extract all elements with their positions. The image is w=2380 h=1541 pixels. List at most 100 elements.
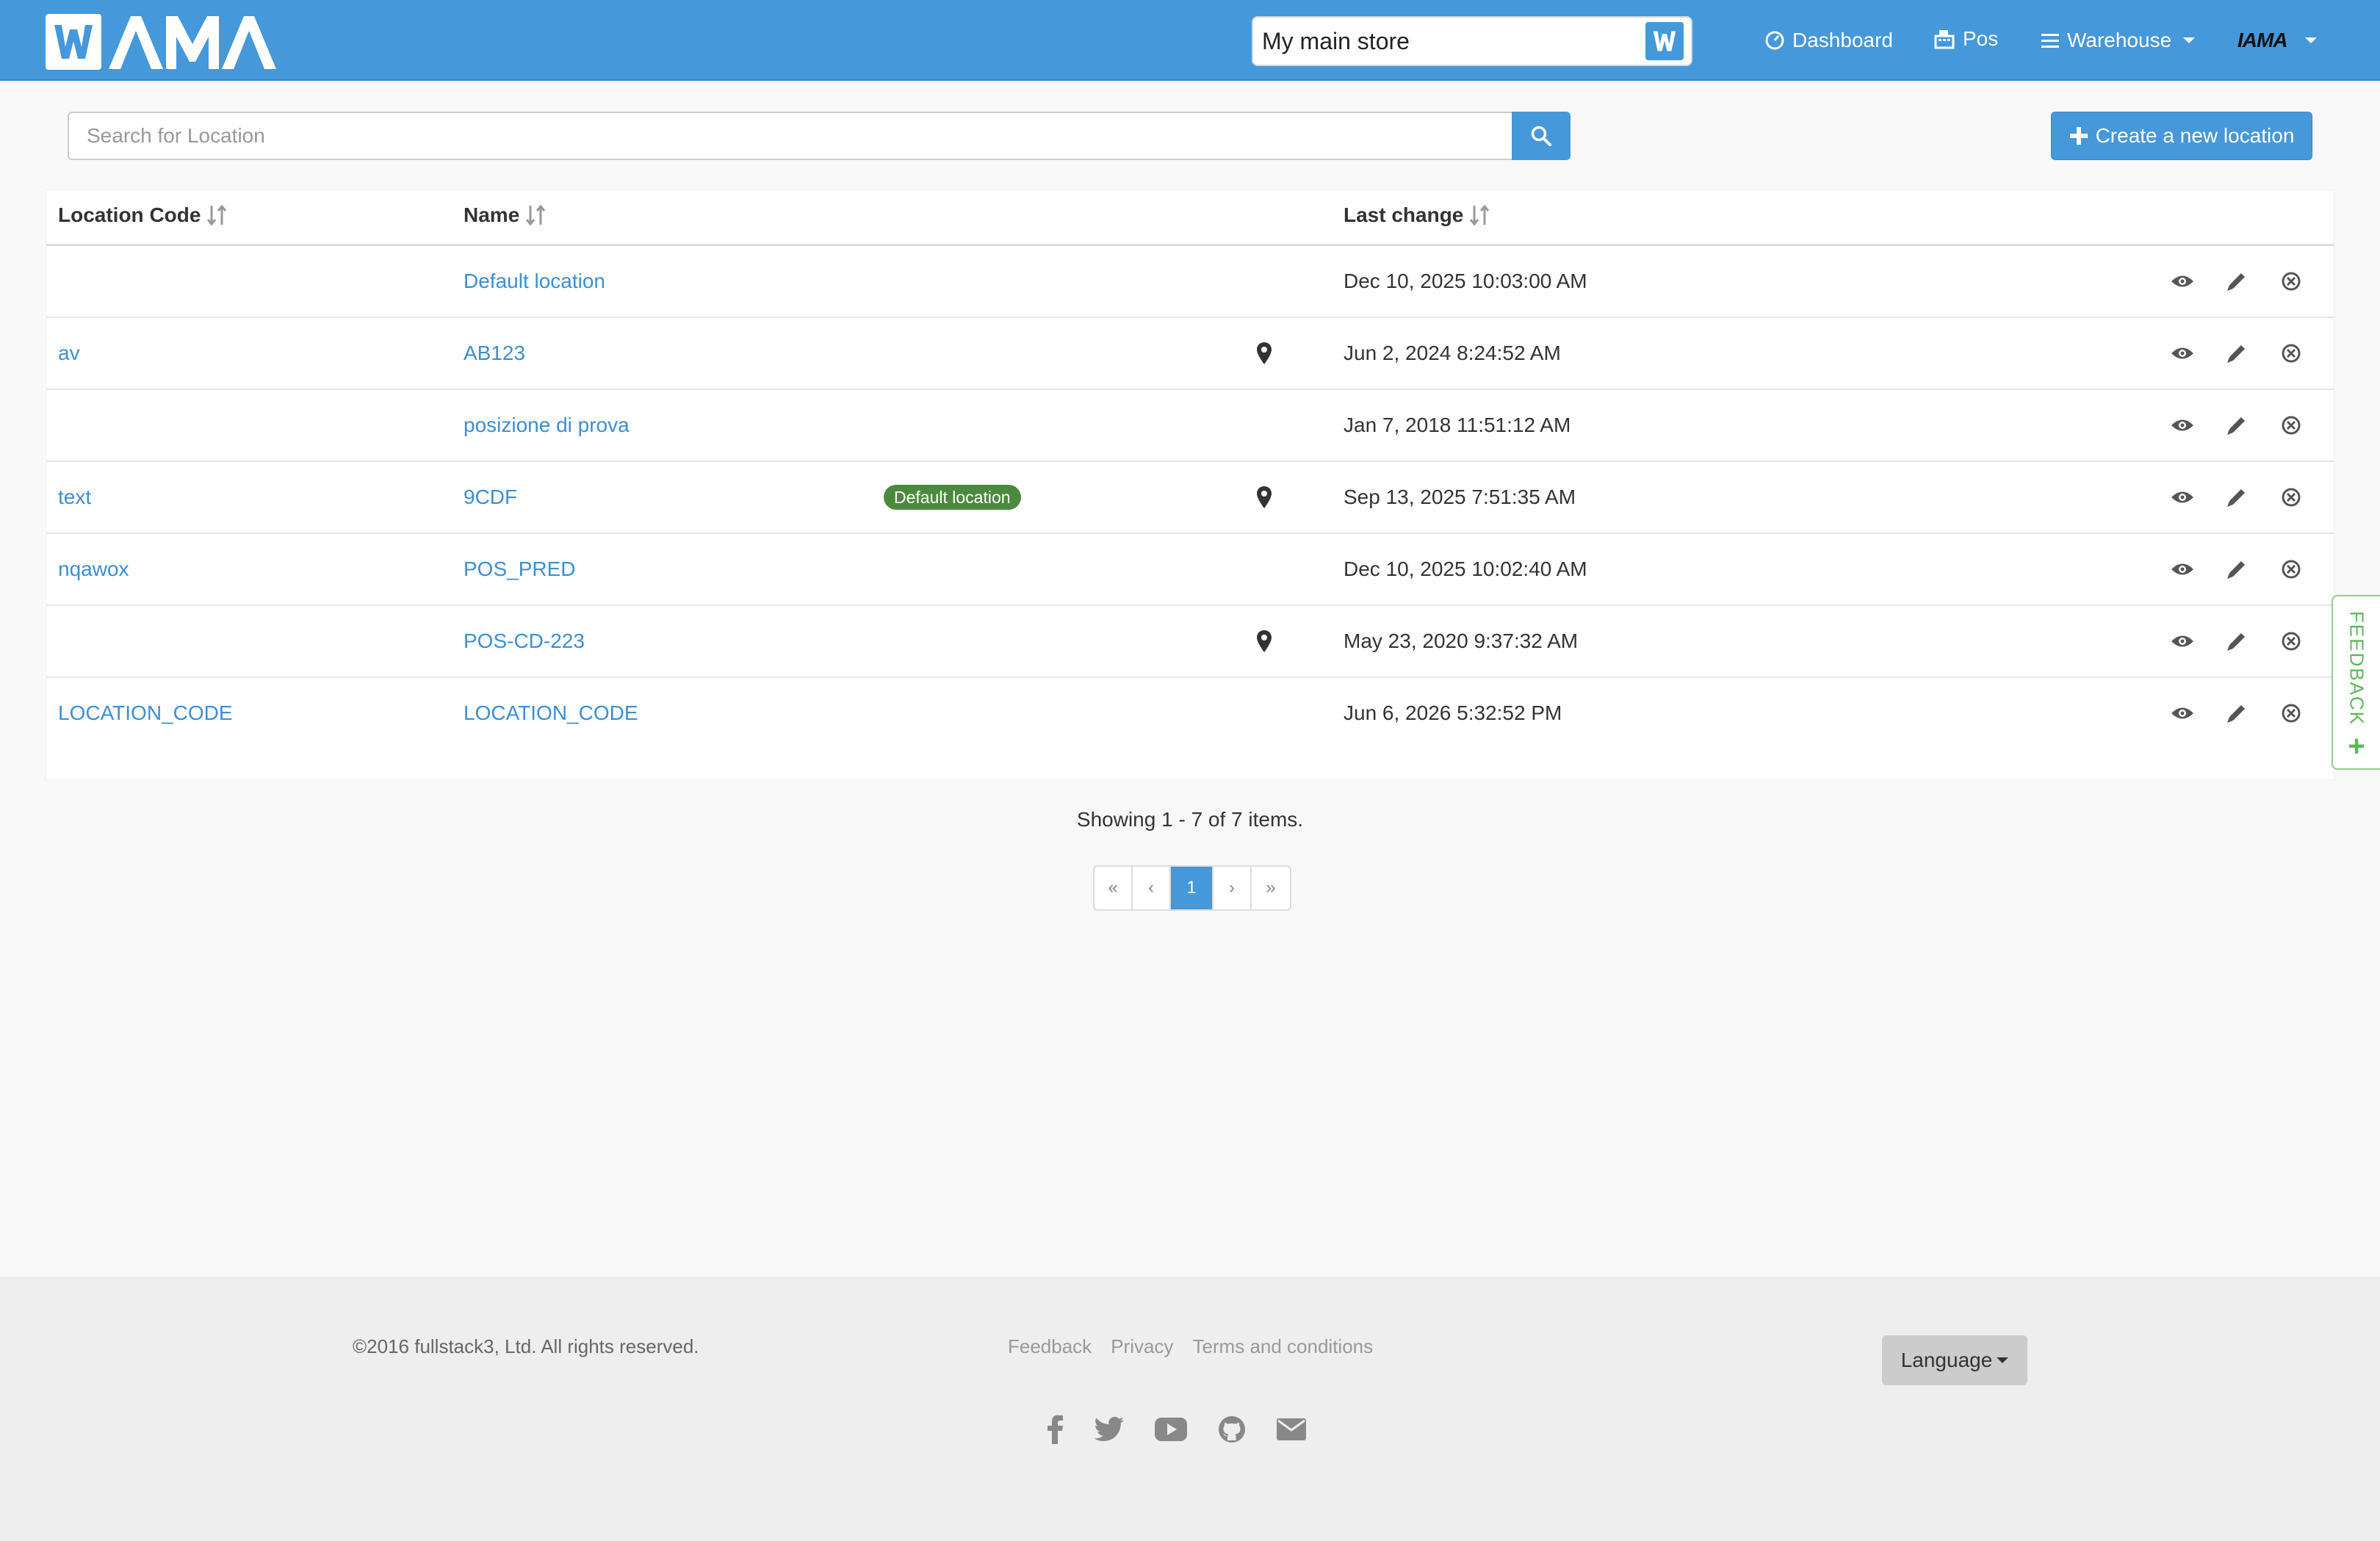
feedback-tab[interactable]: FEEDBACK + [2332, 595, 2380, 770]
delete-circle-x-icon[interactable] [2278, 628, 2304, 654]
facebook-icon[interactable] [1047, 1415, 1064, 1444]
column-location-code[interactable]: Location Code [58, 203, 227, 227]
view-eye-icon[interactable] [2169, 628, 2196, 654]
store-w-icon [1645, 22, 1684, 60]
sort-icon [207, 204, 227, 226]
youtube-icon[interactable] [1155, 1418, 1187, 1441]
edit-pencil-icon[interactable] [2224, 556, 2250, 582]
pos-icon [1934, 30, 1955, 49]
top-navbar: My main store Dashboard Pos Warehouse IA… [0, 0, 2380, 81]
brand-wordmark [109, 16, 276, 69]
envelope-icon[interactable] [1277, 1418, 1306, 1440]
row-location-name[interactable]: 9CDF [464, 462, 517, 533]
search-bar [68, 112, 1571, 160]
store-name: My main store [1262, 27, 1410, 54]
view-eye-icon[interactable] [2169, 556, 2196, 582]
nav-pos-label: Pos [1963, 27, 1999, 50]
column-name[interactable]: Name [464, 203, 546, 227]
row-last-change: Jun 6, 2026 5:32:52 PM [1344, 701, 1562, 724]
row-location-code[interactable]: LOCATION_CODE [58, 678, 233, 748]
github-icon[interactable] [1218, 1415, 1246, 1443]
nav-warehouse-dropdown[interactable]: Warehouse [2041, 22, 2196, 59]
nav-dashboard[interactable]: Dashboard [1764, 22, 1893, 59]
row-location-name[interactable]: POS-CD-223 [464, 606, 585, 676]
row-location-code[interactable]: nqawox [58, 534, 129, 605]
table-row: posizione di prova Jan 7, 2018 11:51:12 … [46, 390, 2334, 462]
search-button[interactable] [1512, 112, 1571, 160]
edit-pencil-icon[interactable] [2224, 340, 2250, 367]
column-name-label: Name [464, 203, 520, 226]
edit-pencil-icon[interactable] [2224, 484, 2250, 510]
page-prev-button[interactable]: ‹ [1133, 867, 1171, 909]
view-eye-icon[interactable] [2169, 412, 2196, 439]
feedback-plus-icon: + [2348, 730, 2365, 763]
twitter-icon[interactable] [1095, 1417, 1124, 1442]
nav-warehouse-label: Warehouse [2067, 29, 2172, 51]
create-location-button[interactable]: Create a new location [2051, 112, 2312, 160]
footer-link-privacy[interactable]: Privacy [1111, 1335, 1173, 1358]
user-logo: IAMA [2237, 29, 2288, 51]
delete-circle-x-icon[interactable] [2278, 484, 2304, 510]
row-location-name[interactable]: POS_PRED [464, 534, 576, 605]
sort-icon [1470, 204, 1490, 226]
table-row: LOCATION_CODE LOCATION_CODE Jun 6, 2026 … [46, 678, 2334, 750]
column-location-code-label: Location Code [58, 203, 201, 226]
map-pin-icon[interactable] [1251, 340, 1277, 367]
footer-link-feedback[interactable]: Feedback [1008, 1335, 1092, 1358]
page-current-button[interactable]: 1 [1171, 867, 1214, 909]
row-location-code[interactable]: text [58, 462, 91, 533]
row-location-code[interactable]: av [58, 318, 80, 389]
feedback-tab-label: FEEDBACK [2345, 611, 2368, 726]
nav-pos[interactable]: Pos [1933, 21, 1998, 57]
chevron-down-icon [1997, 1357, 2009, 1363]
page-next-button[interactable]: › [1214, 867, 1252, 909]
delete-circle-x-icon[interactable] [2278, 412, 2304, 439]
delete-circle-x-icon[interactable] [2278, 340, 2304, 367]
search-input[interactable] [68, 112, 1512, 160]
row-location-name[interactable]: AB123 [464, 318, 525, 389]
view-eye-icon[interactable] [2169, 340, 2196, 367]
row-last-change: Jan 7, 2018 11:51:12 AM [1344, 414, 1571, 436]
language-dropdown[interactable]: Language [1882, 1335, 2027, 1385]
create-location-label: Create a new location [2095, 124, 2295, 147]
social-links [1047, 1415, 1306, 1444]
page-first-button[interactable]: « [1095, 867, 1133, 909]
table-row: Default location Dec 10, 2025 10:03:00 A… [46, 246, 2334, 318]
map-pin-icon[interactable] [1251, 484, 1277, 510]
edit-pencil-icon[interactable] [2224, 268, 2250, 295]
search-icon [1531, 126, 1551, 146]
column-last-change[interactable]: Last change [1344, 203, 1490, 227]
delete-circle-x-icon[interactable] [2278, 556, 2304, 582]
menu-icon [2041, 34, 2059, 48]
chevron-down-icon [2183, 37, 2196, 43]
sort-icon [526, 204, 546, 226]
table-row: nqawox POS_PRED Dec 10, 2025 10:02:40 AM [46, 534, 2334, 606]
row-location-name[interactable]: LOCATION_CODE [464, 678, 638, 748]
row-location-name[interactable]: Default location [464, 246, 605, 317]
footer-link-terms[interactable]: Terms and conditions [1192, 1335, 1373, 1358]
brand-w-icon [46, 14, 101, 70]
dashboard-icon [1765, 31, 1784, 50]
map-pin-icon[interactable] [1251, 628, 1277, 654]
delete-circle-x-icon[interactable] [2278, 700, 2304, 726]
row-last-change: Dec 10, 2025 10:02:40 AM [1344, 557, 1587, 580]
copyright-text: ©2016 fullstack3, Ltd. All rights reserv… [353, 1335, 699, 1357]
edit-pencil-icon[interactable] [2224, 412, 2250, 439]
view-eye-icon[interactable] [2169, 484, 2196, 510]
delete-circle-x-icon[interactable] [2278, 268, 2304, 295]
pagination: « ‹ 1 › » [1093, 865, 1291, 911]
language-label: Language [1900, 1349, 1993, 1371]
user-menu-dropdown[interactable]: IAMA [2237, 22, 2317, 59]
page-last-button[interactable]: » [1252, 867, 1290, 909]
row-location-name[interactable]: posizione di prova [464, 390, 630, 461]
edit-pencil-icon[interactable] [2224, 628, 2250, 654]
view-eye-icon[interactable] [2169, 700, 2196, 726]
table-row: text 9CDF Default location Sep 13, 2025 … [46, 462, 2334, 534]
brand-logo[interactable] [46, 13, 279, 71]
table-row: av AB123 Jun 2, 2024 8:24:52 AM [46, 318, 2334, 390]
edit-pencil-icon[interactable] [2224, 700, 2250, 726]
row-last-change: Dec 10, 2025 10:03:00 AM [1344, 270, 1587, 292]
store-selector[interactable]: My main store [1252, 16, 1692, 66]
footer-links: Feedback Privacy Terms and conditions [1008, 1335, 1373, 1358]
view-eye-icon[interactable] [2169, 268, 2196, 295]
